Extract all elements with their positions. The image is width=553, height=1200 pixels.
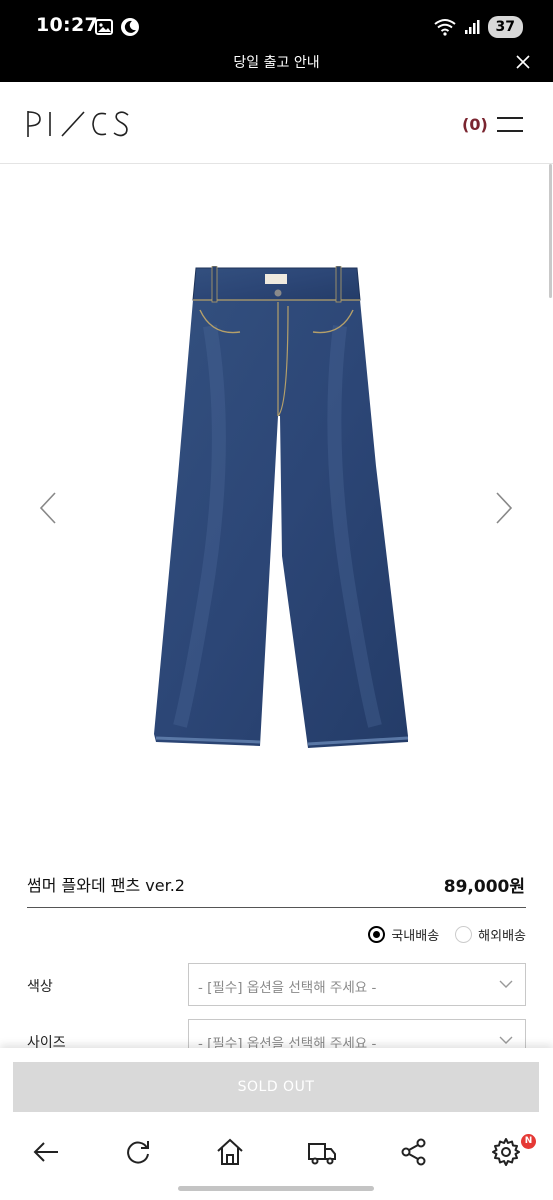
denim-wide-pants-image xyxy=(154,266,409,748)
wifi-icon xyxy=(433,19,456,36)
battery-icon: 37 xyxy=(487,16,523,38)
status-icons-right: 37 xyxy=(433,16,523,38)
shipping-options: 국내배송 해외배송 xyxy=(368,925,526,944)
status-icons-left xyxy=(94,17,140,37)
chevron-down-icon xyxy=(499,980,513,988)
settings-icon[interactable] xyxy=(490,1136,522,1168)
notice-text: 당일 출고 안내 xyxy=(233,55,320,71)
cart-count[interactable]: (0) xyxy=(462,115,488,134)
brand-logo[interactable] xyxy=(26,109,132,139)
chevron-right-icon[interactable] xyxy=(494,491,514,525)
share-icon[interactable] xyxy=(398,1136,430,1168)
notification-badge: N xyxy=(521,1134,536,1149)
status-time: 10:27 xyxy=(36,14,98,36)
product-name: 썸머 플와데 팬츠 ver.2 xyxy=(27,876,185,895)
divider xyxy=(27,907,526,908)
shipping-label-domestic[interactable]: 국내배송 xyxy=(391,925,439,944)
product-page: 10:27 37 당일 출고 안내 (0) 썸머 플와데 팬츠 ver.2 89… xyxy=(0,0,553,1200)
close-icon[interactable] xyxy=(515,54,531,70)
home-indicator[interactable] xyxy=(178,1186,374,1191)
notice-banner[interactable]: 당일 출고 안내 xyxy=(0,40,553,82)
select-placeholder: - [필수] 옵션을 선택해 주세요 - xyxy=(198,980,377,996)
chevron-left-icon[interactable] xyxy=(38,491,58,525)
soldout-button[interactable]: SOLD OUT xyxy=(13,1062,539,1112)
home-icon[interactable] xyxy=(214,1136,246,1168)
refresh-icon[interactable] xyxy=(122,1136,154,1168)
option-label-color: 색상 xyxy=(27,979,53,995)
back-icon[interactable] xyxy=(30,1136,62,1168)
product-price: 89,000원 xyxy=(443,877,525,897)
color-select[interactable]: - [필수] 옵션을 선택해 주세요 - xyxy=(188,963,526,1006)
radio-domestic[interactable] xyxy=(368,926,386,943)
moon-icon xyxy=(121,18,139,36)
product-gallery xyxy=(0,165,553,855)
delivery-truck-icon[interactable] xyxy=(306,1136,338,1168)
radio-overseas[interactable] xyxy=(455,926,473,943)
hamburger-icon[interactable] xyxy=(497,117,523,133)
gallery-icon xyxy=(95,19,113,35)
signal-icon xyxy=(464,20,480,34)
browser-nav-bar xyxy=(0,1126,553,1182)
shipping-label-overseas[interactable]: 해외배송 xyxy=(478,925,526,944)
chevron-down-icon xyxy=(499,1036,513,1044)
site-header: (0) xyxy=(0,82,553,164)
